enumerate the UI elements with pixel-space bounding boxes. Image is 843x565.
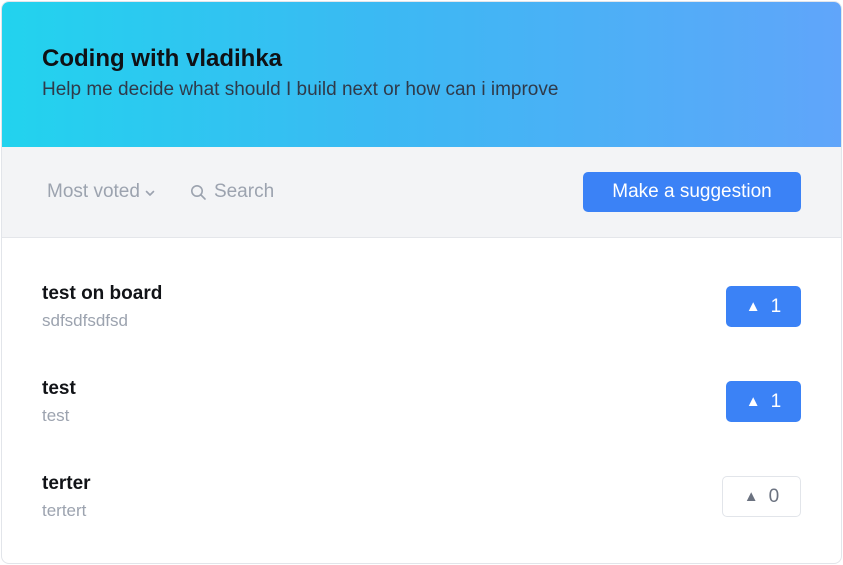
make-suggestion-button[interactable]: Make a suggestion xyxy=(583,172,801,212)
suggestion-item[interactable]: test test ▲ 1 xyxy=(2,365,841,460)
suggestion-item[interactable]: test on board sdfsdfsdfsd ▲ 1 xyxy=(2,270,841,365)
suggestion-description: test xyxy=(42,406,70,425)
suggestion-item[interactable]: terter tertert ▲ 0 xyxy=(2,460,841,555)
sort-label: Most voted xyxy=(47,181,140,202)
suggestion-title: test xyxy=(42,378,76,399)
search-input[interactable] xyxy=(213,181,414,203)
upvote-button[interactable]: ▲ 1 xyxy=(726,381,801,422)
suggestion-description: sdfsdfsdfsd xyxy=(42,311,128,330)
upvote-arrow-icon: ▲ xyxy=(743,488,759,505)
search-icon xyxy=(190,184,206,200)
upvote-arrow-icon: ▲ xyxy=(745,298,761,315)
upvote-button[interactable]: ▲ 1 xyxy=(726,286,801,327)
sort-dropdown[interactable]: Most voted xyxy=(47,181,156,203)
suggestion-title: test on board xyxy=(42,283,163,304)
chevron-down-icon xyxy=(145,190,155,196)
upvote-arrow-icon: ▲ xyxy=(745,393,761,410)
vote-count: 1 xyxy=(770,295,782,317)
suggestion-list: test on board sdfsdfsdfsd ▲ 1 test test … xyxy=(2,238,841,555)
board-subtitle: Help me decide what should I build next … xyxy=(42,79,559,100)
board-card: Coding with vladihka Help me decide what… xyxy=(1,1,842,564)
toolbar: Most voted Make a suggestion xyxy=(2,147,841,238)
search-box xyxy=(190,181,414,203)
vote-count: 0 xyxy=(768,485,780,507)
vote-count: 1 xyxy=(770,390,782,412)
upvote-button[interactable]: ▲ 0 xyxy=(722,476,801,517)
board-title: Coding with vladihka xyxy=(42,45,283,72)
board-header: Coding with vladihka Help me decide what… xyxy=(2,2,841,147)
